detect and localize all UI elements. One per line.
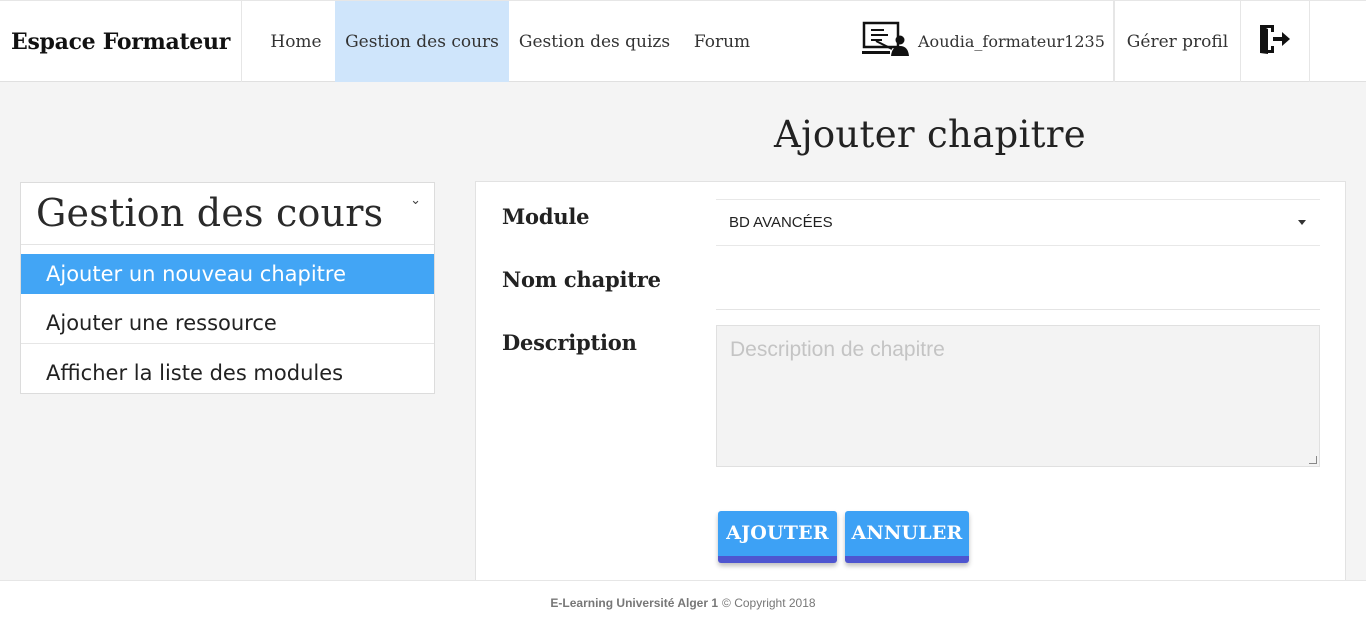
- nav-forum[interactable]: Forum: [680, 1, 764, 82]
- description-placeholder: Description de chapitre: [730, 338, 945, 361]
- footer-copyright: © Copyright 2018: [722, 596, 816, 610]
- sidebar-panel: Gestion des cours ⌄ Ajouter un nouveau c…: [20, 182, 435, 394]
- module-select[interactable]: BD AVANCÉES: [716, 199, 1320, 246]
- footer-brand: E-Learning Université Alger 1: [550, 596, 719, 610]
- chapter-form: Module BD AVANCÉES Nom chapitre Descript…: [475, 181, 1346, 581]
- nav-gestion-quizs[interactable]: Gestion des quizs: [509, 1, 680, 82]
- cancel-button[interactable]: ANNULER: [845, 511, 969, 563]
- teacher-board-icon: [862, 21, 910, 62]
- chapter-name-input[interactable]: [716, 262, 1320, 310]
- sidebar-item-list-modules[interactable]: Afficher la liste des modules: [21, 343, 434, 393]
- sidebar-title: Gestion des cours: [36, 191, 384, 235]
- manage-profile-link[interactable]: Gérer profil: [1114, 1, 1241, 82]
- logout-button[interactable]: [1241, 1, 1310, 82]
- top-navbar: Espace Formateur Home Gestion des cours …: [0, 0, 1366, 82]
- dropdown-caret-icon: [1298, 220, 1306, 225]
- nav-gestion-cours[interactable]: Gestion des cours: [335, 1, 509, 82]
- footer: E-Learning Université Alger 1 © Copyrigh…: [0, 580, 1366, 625]
- logout-door-icon: [1258, 23, 1292, 60]
- user-menu[interactable]: Aoudia_formateur1235: [848, 1, 1114, 82]
- module-label: Module: [502, 204, 590, 229]
- page-title: Ajouter chapitre: [774, 113, 1086, 156]
- username: Aoudia_formateur1235: [918, 32, 1105, 51]
- description-textarea[interactable]: Description de chapitre: [716, 325, 1320, 467]
- add-button[interactable]: AJOUTER: [718, 511, 837, 563]
- resize-handle-icon[interactable]: [1309, 456, 1317, 464]
- sidebar-item-add-chapter[interactable]: Ajouter un nouveau chapitre: [21, 254, 434, 294]
- description-label: Description: [502, 330, 637, 355]
- chapter-name-label: Nom chapitre: [502, 267, 661, 292]
- sidebar-header[interactable]: Gestion des cours ⌄: [21, 183, 434, 245]
- module-select-value: BD AVANCÉES: [729, 214, 833, 231]
- sidebar-item-add-resource[interactable]: Ajouter une ressource: [21, 303, 434, 343]
- brand-title[interactable]: Espace Formateur: [0, 1, 242, 82]
- chevron-down-icon[interactable]: ⌄: [410, 193, 421, 208]
- navbar-empty-cell: [1310, 1, 1366, 82]
- nav-home[interactable]: Home: [258, 1, 334, 82]
